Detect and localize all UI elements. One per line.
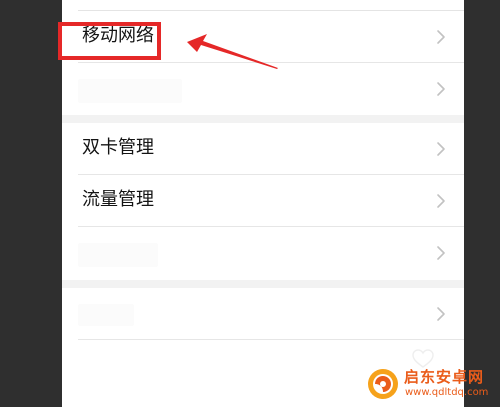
redacted-label xyxy=(78,79,182,103)
chevron-right-icon xyxy=(437,194,445,208)
row-divider xyxy=(78,339,464,340)
settings-item-hidden-3[interactable] xyxy=(62,288,464,340)
settings-item-label: 移动网络 xyxy=(82,25,154,46)
settings-item-hidden-1[interactable] xyxy=(62,63,464,115)
chevron-right-icon xyxy=(437,30,445,44)
screenshot-stage: 移动网络 双卡管理 流量管理 启东安卓网 www.qdltdq.com xyxy=(0,0,500,407)
settings-item-label: 双卡管理 xyxy=(82,137,154,158)
chevron-right-icon xyxy=(437,82,445,96)
settings-item-dual-sim[interactable]: 双卡管理 xyxy=(62,123,464,175)
watermark-name: 启东安卓网 xyxy=(404,368,485,386)
settings-item-label: 流量管理 xyxy=(82,189,154,210)
chevron-right-icon xyxy=(437,142,445,156)
watermark-logo-icon xyxy=(368,369,398,399)
chevron-right-icon xyxy=(437,246,445,260)
chevron-right-icon xyxy=(437,307,445,321)
watermark-url: www.qdltdq.com xyxy=(405,387,489,398)
heart-icon xyxy=(412,349,434,368)
watermark: 启东安卓网 www.qdltdq.com xyxy=(366,367,494,401)
pointer-arrow-icon xyxy=(187,34,278,69)
settings-item-data-usage[interactable]: 流量管理 xyxy=(62,175,464,227)
redacted-label xyxy=(78,304,134,326)
settings-item-hidden-2[interactable] xyxy=(62,227,464,279)
settings-group-sim: 双卡管理 流量管理 xyxy=(62,123,464,280)
redacted-label xyxy=(78,243,158,267)
